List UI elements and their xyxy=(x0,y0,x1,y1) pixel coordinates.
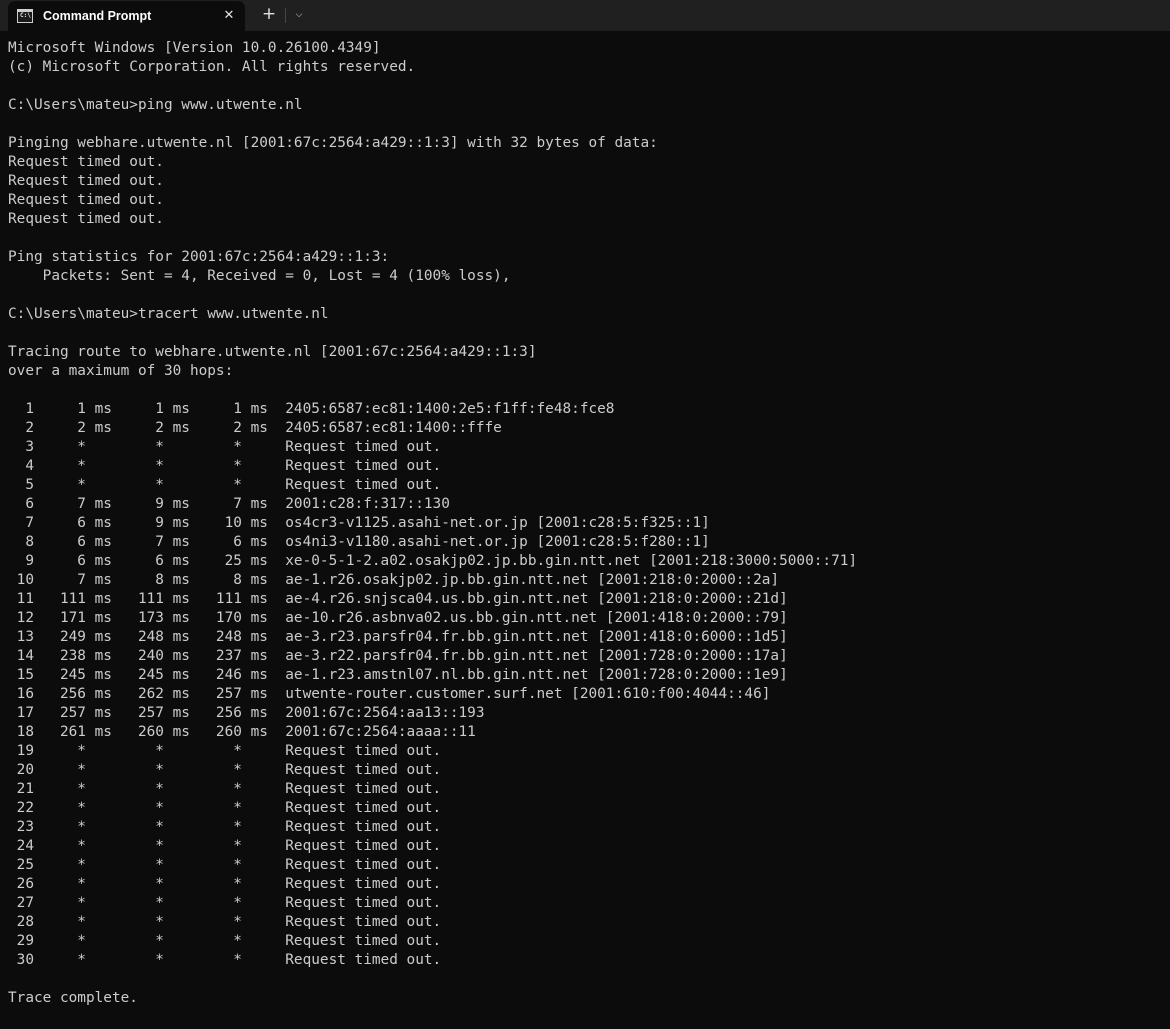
console-line: Request timed out. xyxy=(8,154,164,170)
console-line: 12 171 ms 173 ms 170 ms ae-10.r26.asbnva… xyxy=(8,610,788,626)
plus-icon: + xyxy=(261,4,277,24)
console-line: 18 261 ms 260 ms 260 ms 2001:67c:2564:aa… xyxy=(8,724,476,740)
console-line: Ping statistics for 2001:67c:2564:a429::… xyxy=(8,249,390,265)
console-line: 13 249 ms 248 ms 248 ms ae-3.r23.parsfr0… xyxy=(8,629,788,645)
console-line: 6 7 ms 9 ms 7 ms 2001:c28:f:317::130 xyxy=(8,496,450,512)
console-line: 4 * * * Request timed out. xyxy=(8,458,442,474)
console-line: Trace complete. xyxy=(8,990,138,1006)
chevron-down-icon: ⌵ xyxy=(295,10,303,20)
console-line: 16 256 ms 262 ms 257 ms utwente-router.c… xyxy=(8,686,771,702)
console-line: Request timed out. xyxy=(8,173,164,189)
console-line: 30 * * * Request timed out. xyxy=(8,952,442,968)
tab-command-prompt[interactable]: C:\ Command Prompt ✕ xyxy=(8,1,245,31)
console-line: 29 * * * Request timed out. xyxy=(8,933,442,949)
console-line: 11 111 ms 111 ms 111 ms ae-4.r26.snjsca0… xyxy=(8,591,788,607)
console-line: over a maximum of 30 hops: xyxy=(8,363,234,379)
console-line: 21 * * * Request timed out. xyxy=(8,781,442,797)
console-line: Packets: Sent = 4, Received = 0, Lost = … xyxy=(8,268,511,284)
console-line: 25 * * * Request timed out. xyxy=(8,857,442,873)
terminal-icon-text: C:\ xyxy=(20,12,31,19)
tab-separator xyxy=(285,8,286,23)
console-line: 14 238 ms 240 ms 237 ms ae-3.r22.parsfr0… xyxy=(8,648,788,664)
console-line: C:\Users\mateu>ping www.utwente.nl xyxy=(8,97,303,113)
console-line: 3 * * * Request timed out. xyxy=(8,439,442,455)
console-line: Microsoft Windows [Version 10.0.26100.43… xyxy=(8,40,381,56)
tab-bar: C:\ Command Prompt ✕ + ⌵ xyxy=(0,0,1170,31)
console-line: 27 * * * Request timed out. xyxy=(8,895,442,911)
console-line: 5 * * * Request timed out. xyxy=(8,477,442,493)
console-line: 8 6 ms 7 ms 6 ms os4ni3-v1180.asahi-net.… xyxy=(8,534,710,550)
console-line: Tracing route to webhare.utwente.nl [200… xyxy=(8,344,537,360)
close-icon: ✕ xyxy=(223,8,235,23)
tab-title: Command Prompt xyxy=(43,9,152,23)
console-line: 19 * * * Request timed out. xyxy=(8,743,442,759)
console-line: 7 6 ms 9 ms 10 ms os4cr3-v1125.asahi-net… xyxy=(8,515,710,531)
console-line: 2 2 ms 2 ms 2 ms 2405:6587:ec81:1400::ff… xyxy=(8,420,502,436)
console-line: C:\Users\mateu>tracert www.utwente.nl xyxy=(8,306,329,322)
terminal-icon: C:\ xyxy=(17,9,33,23)
console-line: 20 * * * Request timed out. xyxy=(8,762,442,778)
console-line: Request timed out. xyxy=(8,192,164,208)
console-line: Pinging webhare.utwente.nl [2001:67c:256… xyxy=(8,135,658,151)
console-line: 17 257 ms 257 ms 256 ms 2001:67c:2564:aa… xyxy=(8,705,485,721)
close-tab-button[interactable]: ✕ xyxy=(220,7,238,25)
console-line: 22 * * * Request timed out. xyxy=(8,800,442,816)
console-line: 28 * * * Request timed out. xyxy=(8,914,442,930)
console-output[interactable]: Microsoft Windows [Version 10.0.26100.43… xyxy=(8,39,1168,1008)
console-line: 15 245 ms 245 ms 246 ms ae-1.r23.amstnl0… xyxy=(8,667,788,683)
console-line: 24 * * * Request timed out. xyxy=(8,838,442,854)
console-line: (c) Microsoft Corporation. All rights re… xyxy=(8,59,416,75)
console-line: 1 1 ms 1 ms 1 ms 2405:6587:ec81:1400:2e5… xyxy=(8,401,615,417)
console-line: 23 * * * Request timed out. xyxy=(8,819,442,835)
console-line: Request timed out. xyxy=(8,211,164,227)
new-tab-button[interactable]: + xyxy=(258,4,280,26)
console-line: 9 6 ms 6 ms 25 ms xe-0-5-1-2.a02.osakjp0… xyxy=(8,553,858,569)
console-line: 26 * * * Request timed out. xyxy=(8,876,442,892)
tab-dropdown-button[interactable]: ⌵ xyxy=(289,5,309,25)
console-line: 10 7 ms 8 ms 8 ms ae-1.r26.osakjp02.jp.b… xyxy=(8,572,780,588)
